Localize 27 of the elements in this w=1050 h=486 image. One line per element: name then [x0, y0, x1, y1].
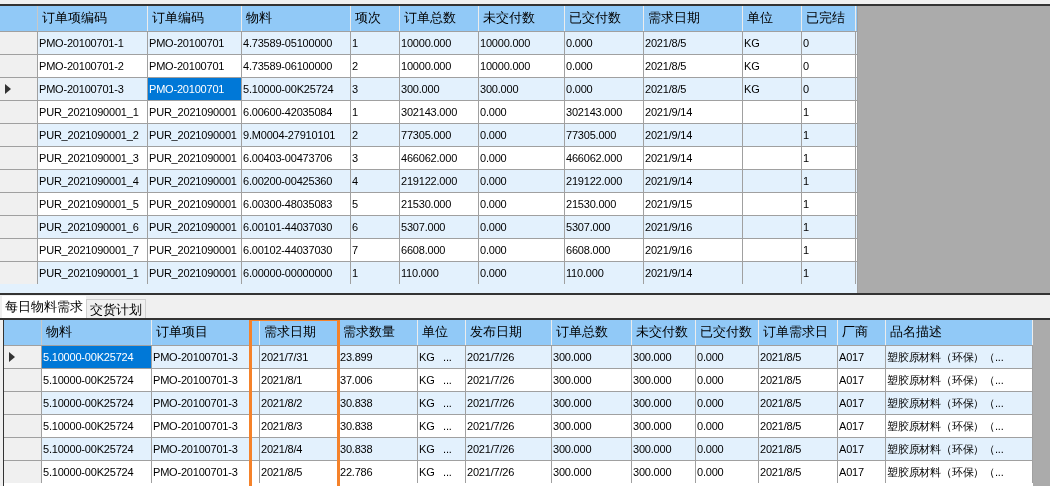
table-cell[interactable]: 300.000: [552, 461, 632, 483]
table-cell[interactable]: 300.000: [632, 461, 696, 483]
table-cell[interactable]: PMO-20100701: [148, 78, 242, 100]
table-cell[interactable]: 110.000: [400, 262, 479, 284]
row-header[interactable]: [4, 346, 42, 368]
table-cell[interactable]: PUR_2021090001_1: [38, 262, 148, 284]
table-cell[interactable]: 2021/7/26: [466, 461, 552, 483]
tab[interactable]: 交货计划: [86, 299, 146, 318]
table-cell[interactable]: 22.786: [339, 461, 418, 483]
table-cell[interactable]: 0.000: [479, 262, 565, 284]
table-cell[interactable]: 0.000: [696, 461, 759, 483]
table-cell[interactable]: 6.00000-00000000: [242, 262, 351, 284]
scrollbar[interactable]: [1033, 320, 1050, 486]
table-cell[interactable]: 110.000: [565, 262, 644, 284]
table-cell[interactable]: 2021/9/14: [644, 262, 743, 284]
table-cell[interactable]: 5.10000-00K25724: [42, 461, 152, 483]
table-cell[interactable]: A017: [838, 461, 886, 483]
table-cell[interactable]: 2021/8/5: [260, 461, 339, 483]
tab[interactable]: 每日物料需求: [2, 296, 86, 318]
table-cell[interactable]: 1: [351, 262, 400, 284]
table-cell[interactable]: KG ...: [418, 461, 466, 483]
row-header[interactable]: [0, 78, 38, 100]
table-cell[interactable]: 1: [802, 262, 856, 284]
table-cell[interactable]: 5.10000-00K25724: [42, 346, 152, 368]
table-cell[interactable]: 2021/8/5: [759, 461, 838, 483]
table-cell[interactable]: PUR_2021090001: [148, 262, 242, 284]
table-cell[interactable]: PMO-20100701-3: [152, 461, 250, 483]
